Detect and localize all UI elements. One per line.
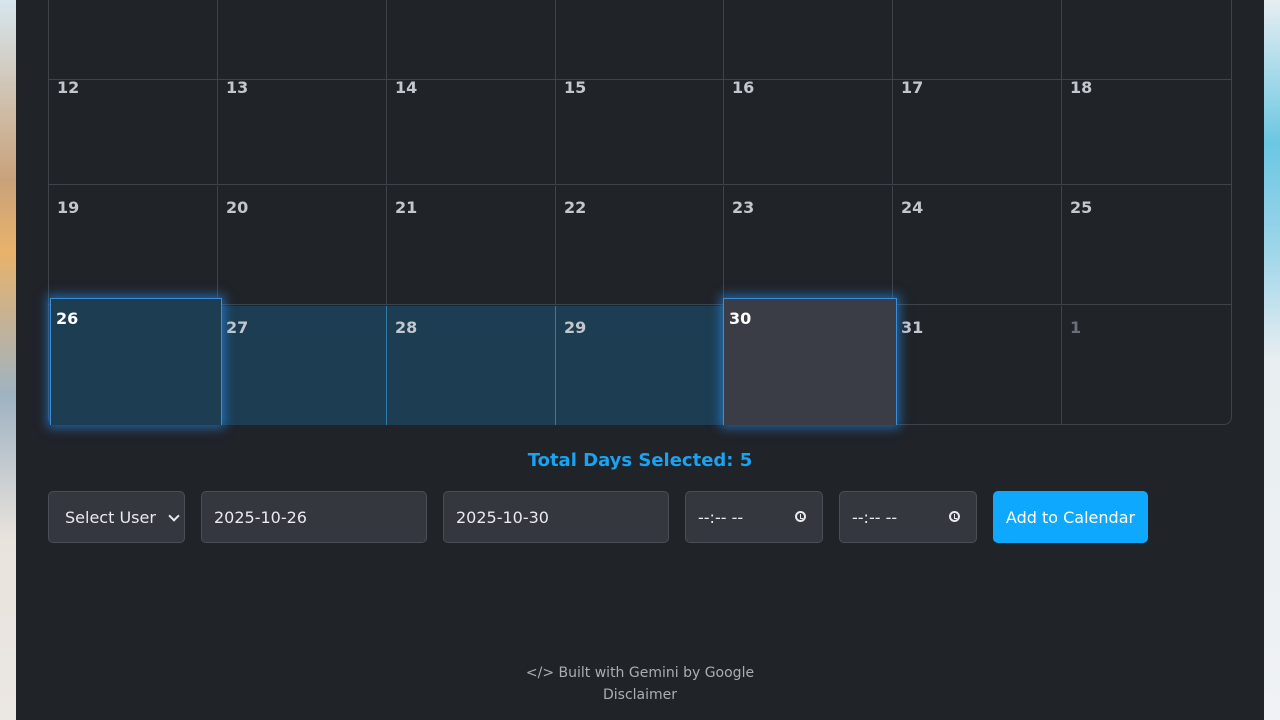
total-days-selected: Total Days Selected: 5	[527, 450, 753, 471]
calendar-day-range-start[interactable]: 26	[50, 298, 222, 425]
day-number: 24	[901, 198, 924, 217]
end-time-input[interactable]: --:-- --	[839, 491, 977, 543]
calendar-day-range-end[interactable]: 30	[723, 298, 897, 425]
calendar-day-in-range[interactable]: 29	[556, 306, 724, 425]
day-number: 13	[226, 78, 249, 97]
calendar-day-cell[interactable]: 15	[556, 66, 724, 185]
end-time-value: --:-- --	[852, 507, 898, 527]
background-photo-left	[0, 0, 16, 720]
day-number: 18	[1070, 78, 1093, 97]
day-number: 21	[395, 198, 418, 217]
calendar-day-cell[interactable]: 18	[1062, 66, 1231, 185]
calendar-panel: 12 13 14 15 16 17 18 19 20 21 22 23 24 2…	[16, 0, 1264, 720]
day-number: 28	[395, 318, 418, 337]
start-date-input[interactable]: 2025-10-26	[201, 491, 427, 543]
add-to-calendar-button[interactable]: Add to Calendar	[993, 491, 1148, 543]
day-number: 22	[564, 198, 587, 217]
start-time-value: --:-- --	[698, 507, 744, 527]
clock-icon[interactable]	[949, 511, 960, 522]
calendar-day-cell[interactable]: 20	[218, 186, 387, 305]
day-number: 14	[395, 78, 418, 97]
calendar-week: 26 27 28 29 30 31 1	[49, 298, 1231, 426]
day-number: 27	[226, 318, 249, 337]
day-number: 31	[901, 318, 924, 337]
background-photo-right	[1264, 0, 1280, 720]
day-number: 1	[1070, 318, 1082, 337]
day-number: 17	[901, 78, 924, 97]
disclaimer-link[interactable]: Disclaimer	[16, 684, 1264, 706]
calendar-grid: 12 13 14 15 16 17 18 19 20 21 22 23 24 2…	[48, 0, 1232, 425]
day-number: 19	[57, 198, 80, 217]
day-number: 29	[564, 318, 587, 337]
day-number: 26	[56, 309, 79, 328]
calendar-week: 19 20 21 22 23 24 25	[49, 186, 1231, 306]
user-select[interactable]: Select User	[48, 491, 185, 543]
day-number: 16	[732, 78, 755, 97]
calendar-week: 12 13 14 15 16 17 18	[49, 66, 1231, 186]
calendar-day-cell[interactable]: 31	[893, 306, 1062, 425]
end-date-input[interactable]: 2025-10-30	[443, 491, 669, 543]
calendar-day-cell[interactable]: 17	[893, 66, 1062, 185]
footer: </> Built with Gemini by Google Disclaim…	[16, 662, 1264, 706]
calendar-day-cell[interactable]: 22	[556, 186, 724, 305]
calendar-day-cell[interactable]: 24	[893, 186, 1062, 305]
day-number: 30	[729, 309, 752, 328]
chevron-down-icon	[168, 510, 180, 522]
end-date-value: 2025-10-30	[456, 507, 549, 527]
start-date-value: 2025-10-26	[214, 507, 307, 527]
day-number: 20	[226, 198, 249, 217]
day-number: 23	[732, 198, 755, 217]
calendar-day-cell[interactable]: 16	[724, 66, 893, 185]
start-time-input[interactable]: --:-- --	[685, 491, 823, 543]
calendar-day-cell[interactable]: 21	[387, 186, 556, 305]
calendar-day-cell[interactable]: 25	[1062, 186, 1231, 305]
day-number: 25	[1070, 198, 1093, 217]
user-select-value: Select User	[65, 507, 156, 527]
calendar-day-cell[interactable]: 19	[49, 186, 218, 305]
calendar-day-in-range[interactable]: 28	[387, 306, 556, 425]
calendar-day-cell[interactable]: 13	[218, 66, 387, 185]
calendar-day-next-month[interactable]: 1	[1062, 306, 1231, 425]
built-with-gemini-link[interactable]: </> Built with Gemini by Google	[16, 662, 1264, 684]
calendar-day-cell[interactable]: 12	[49, 66, 218, 185]
clock-icon[interactable]	[795, 511, 806, 522]
calendar-day-cell[interactable]: 23	[724, 186, 893, 305]
day-number: 15	[564, 78, 587, 97]
day-number: 12	[57, 78, 80, 97]
calendar-day-in-range[interactable]: 27	[218, 306, 387, 425]
calendar-day-cell[interactable]: 14	[387, 66, 556, 185]
